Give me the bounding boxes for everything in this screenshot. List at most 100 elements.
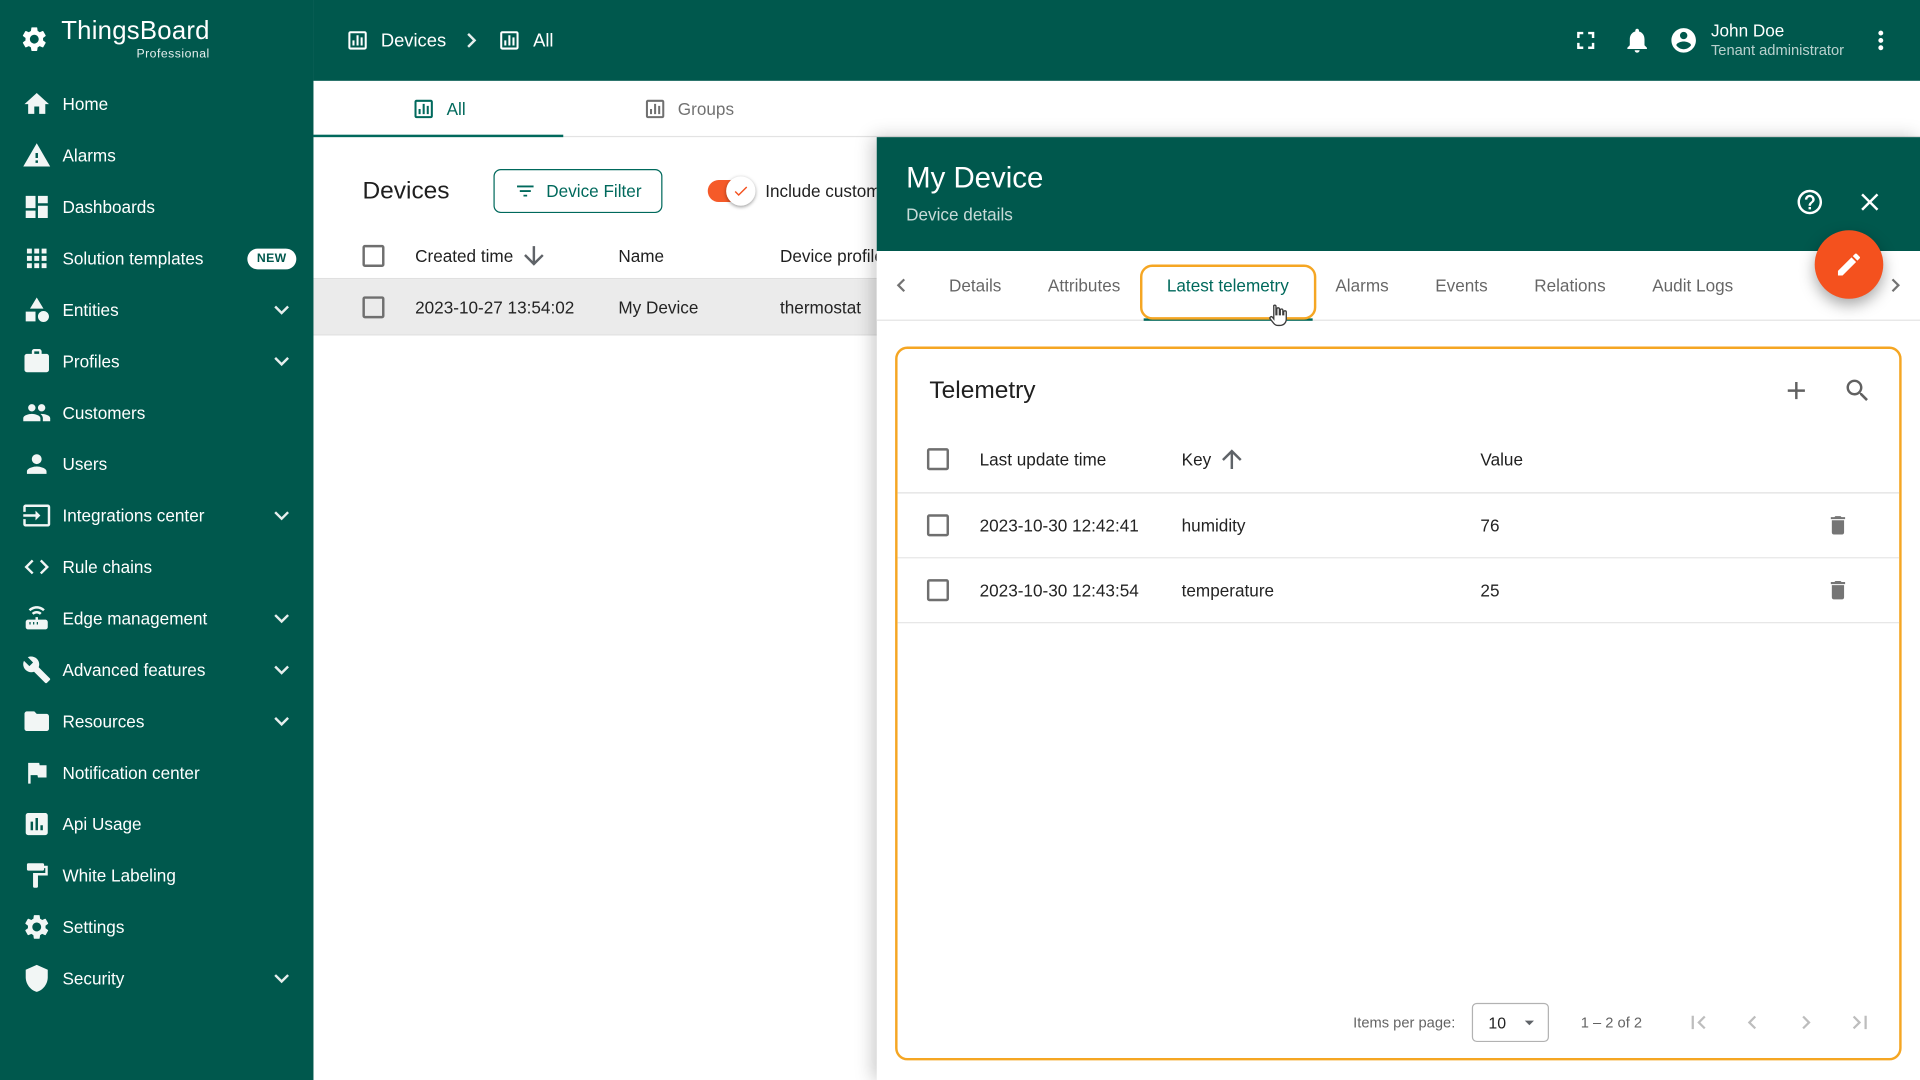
- entities-icon: [22, 295, 51, 324]
- sidebar-item-notification-center[interactable]: Notification center: [0, 747, 313, 798]
- include-customers-toggle[interactable]: [708, 180, 752, 202]
- app-name: ThingsBoard: [61, 18, 210, 44]
- column-value[interactable]: Value: [1480, 449, 1820, 469]
- tab-alarms[interactable]: Alarms: [1312, 251, 1412, 320]
- sidebar-item-home[interactable]: Home: [0, 78, 313, 129]
- solution-templates-icon: [22, 244, 51, 273]
- edit-device-fab[interactable]: [1815, 230, 1884, 299]
- delete-telemetry-button[interactable]: [1821, 573, 1855, 607]
- sidebar-item-label: Dashboards: [62, 197, 154, 217]
- logo-text: ThingsBoard Professional: [61, 18, 210, 61]
- sidebar-item-edge-management[interactable]: Edge management: [0, 593, 313, 644]
- sidebar-item-label: Alarms: [62, 146, 115, 166]
- person-icon: [22, 449, 51, 478]
- cell-name: My Device: [618, 297, 780, 317]
- sidebar-item-white-labeling[interactable]: White Labeling: [0, 850, 313, 901]
- chevron-down-icon: [267, 501, 296, 530]
- app-logo[interactable]: ThingsBoard Professional: [0, 0, 313, 78]
- tab-events[interactable]: Events: [1412, 251, 1511, 320]
- last-page-button[interactable]: [1833, 996, 1887, 1050]
- device-filter-label: Device Filter: [546, 181, 641, 201]
- chevron-down-icon: [267, 347, 296, 376]
- tab-label: All: [447, 99, 466, 119]
- row-checkbox[interactable]: [927, 579, 949, 601]
- top-bar: Devices All John Doe Tenant administrato…: [313, 0, 1920, 81]
- column-created-time[interactable]: Created time: [415, 241, 618, 270]
- add-telemetry-button[interactable]: [1779, 373, 1813, 407]
- tabs-scroll-left-button[interactable]: [877, 251, 926, 320]
- sidebar-item-advanced-features[interactable]: Advanced features: [0, 644, 313, 695]
- sidebar-item-resources[interactable]: Resources: [0, 696, 313, 747]
- row-checkbox[interactable]: [362, 296, 384, 318]
- sidebar-item-label: Solution templates: [62, 249, 203, 269]
- code-icon: [22, 552, 51, 581]
- tab-label: Details: [949, 276, 1001, 296]
- first-page-button[interactable]: [1671, 996, 1725, 1050]
- help-button[interactable]: [1795, 187, 1824, 216]
- tab-attributes[interactable]: Attributes: [1025, 251, 1144, 320]
- sort-asc-icon: [1217, 444, 1246, 473]
- bell-icon: [1623, 26, 1652, 55]
- chevron-left-icon: [1739, 1009, 1766, 1036]
- close-panel-button[interactable]: [1855, 187, 1884, 216]
- sidebar-item-entities[interactable]: Entities: [0, 284, 313, 335]
- chevron-right-icon: [1793, 1009, 1820, 1036]
- delete-telemetry-button[interactable]: [1821, 508, 1855, 542]
- chevron-right-icon: [457, 26, 486, 55]
- new-badge: NEW: [247, 248, 296, 269]
- telemetry-row[interactable]: 2023-10-30 12:43:54 temperature 25: [898, 558, 1900, 623]
- sidebar-item-integrations-center[interactable]: Integrations center: [0, 490, 313, 541]
- sidebar-item-profiles[interactable]: Profiles: [0, 336, 313, 387]
- tab-all[interactable]: All: [313, 81, 563, 136]
- select-all-checkbox[interactable]: [362, 244, 384, 266]
- devices-icon: [411, 96, 435, 120]
- trash-icon: [1826, 513, 1850, 537]
- gear-icon: [22, 912, 51, 941]
- breadcrumb-label: Devices: [381, 30, 446, 51]
- sidebar-item-api-usage[interactable]: Api Usage: [0, 798, 313, 849]
- more-menu-button[interactable]: [1856, 16, 1905, 65]
- avatar[interactable]: [1669, 26, 1698, 55]
- sidebar-item-label: Rule chains: [62, 557, 152, 577]
- column-key-label: Key: [1182, 449, 1212, 469]
- telemetry-row[interactable]: 2023-10-30 12:42:41 humidity 76: [898, 493, 1900, 558]
- search-icon: [1843, 376, 1872, 405]
- sidebar-item-solution-templates[interactable]: Solution templates NEW: [0, 233, 313, 284]
- top-bar-actions: John Doe Tenant administrator: [1562, 16, 1906, 65]
- breadcrumb-all[interactable]: All: [498, 28, 554, 52]
- sidebar-item-label: Users: [62, 454, 107, 474]
- device-filter-button[interactable]: Device Filter: [494, 169, 663, 213]
- select-all-checkbox[interactable]: [927, 448, 949, 470]
- next-page-button[interactable]: [1779, 996, 1833, 1050]
- column-name[interactable]: Name: [618, 246, 780, 266]
- breadcrumb-label: All: [533, 30, 553, 51]
- sidebar-item-security[interactable]: Security: [0, 953, 313, 1004]
- fullscreen-button[interactable]: [1562, 16, 1611, 65]
- tab-groups[interactable]: Groups: [563, 81, 813, 136]
- prev-page-button[interactable]: [1725, 996, 1779, 1050]
- notifications-button[interactable]: [1613, 16, 1662, 65]
- row-checkbox[interactable]: [927, 514, 949, 536]
- chevron-down-icon: [267, 604, 296, 633]
- sidebar-item-alarms[interactable]: Alarms: [0, 130, 313, 181]
- search-button[interactable]: [1840, 373, 1874, 407]
- sidebar-item-customers[interactable]: Customers: [0, 387, 313, 438]
- help-icon: [1795, 187, 1824, 216]
- wrench-icon: [22, 655, 51, 684]
- sidebar-item-users[interactable]: Users: [0, 438, 313, 489]
- column-last-update-time[interactable]: Last update time: [980, 449, 1182, 469]
- items-per-page-select[interactable]: 10: [1472, 1003, 1548, 1042]
- telemetry-actions: [1779, 373, 1875, 407]
- tab-audit-logs[interactable]: Audit Logs: [1629, 251, 1757, 320]
- page-range-label: 1 – 2 of 2: [1581, 1014, 1642, 1031]
- sidebar-item-dashboards[interactable]: Dashboards: [0, 181, 313, 232]
- telemetry-table-header: Last update time Key Value: [898, 425, 1900, 494]
- entity-group-tabs: All Groups: [313, 81, 1920, 137]
- column-key[interactable]: Key: [1182, 444, 1481, 473]
- tab-details[interactable]: Details: [926, 251, 1025, 320]
- sidebar-item-settings[interactable]: Settings: [0, 901, 313, 952]
- tab-relations[interactable]: Relations: [1511, 251, 1629, 320]
- sidebar: ThingsBoard Professional Home Alarms Das…: [0, 0, 313, 1080]
- sidebar-item-rule-chains[interactable]: Rule chains: [0, 541, 313, 592]
- breadcrumb-devices[interactable]: Devices: [345, 28, 446, 52]
